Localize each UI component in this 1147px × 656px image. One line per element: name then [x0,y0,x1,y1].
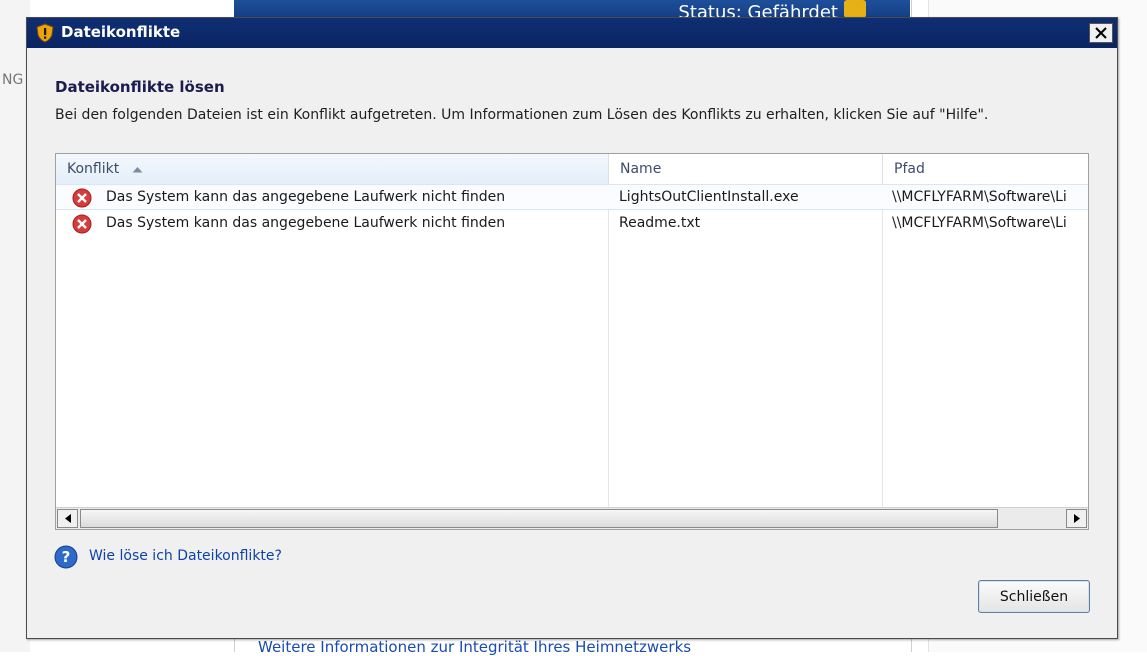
background-info-link[interactable]: Weitere Informationen zur Integrität Ihr… [258,638,691,656]
background-status-text: Status: Gefährdet [678,2,838,18]
arrow-left-icon [64,514,71,523]
close-x-icon [1095,27,1107,39]
column-header-conflict[interactable]: Konflikt [56,154,609,184]
column-header-label: Name [620,161,662,177]
file-conflicts-dialog: Dateikonflikte Dateikonflikte lösen Bei … [26,17,1118,639]
security-shield-icon [36,23,54,43]
table-row[interactable]: Das System kann das angegebene Laufwerk … [56,184,1088,210]
close-button[interactable]: Schließen [978,580,1090,613]
scroll-left-button[interactable] [57,509,78,528]
scrollbar-thumb[interactable] [80,509,998,528]
row-path: \\MCFLYFARM\Software\Li [892,215,1067,231]
error-x-icon [72,188,92,208]
dialog-description: Bei den folgenden Dateien ist ein Konfli… [55,107,989,123]
row-path: \\MCFLYFARM\Software\Li [892,189,1067,205]
warning-shield-icon [844,0,866,18]
horizontal-scrollbar[interactable] [56,507,1088,529]
column-header-label: Konflikt [67,161,120,177]
help-link[interactable]: Wie löse ich Dateikonflikte? [89,548,282,564]
row-name: Readme.txt [619,215,701,231]
background-status-banner: Status: Gefährdet [234,0,910,18]
help-question-icon[interactable]: ? [54,545,78,569]
row-conflict: Das System kann das angegebene Laufwerk … [106,189,506,205]
sort-ascending-icon [132,166,143,172]
row-conflict: Das System kann das angegebene Laufwerk … [106,215,506,231]
list-header: Konflikt Name Pfad [56,154,1088,185]
column-header-path[interactable]: Pfad [883,154,1088,184]
dialog-close-button[interactable] [1089,23,1113,43]
table-row[interactable]: Das System kann das angegebene Laufwerk … [56,211,1088,237]
error-x-icon [72,214,92,234]
conflicts-list[interactable]: Konflikt Name Pfad Das System kann das a… [55,153,1089,530]
column-header-label: Pfad [894,161,925,177]
column-header-name[interactable]: Name [609,154,883,184]
svg-text:?: ? [62,548,71,566]
arrow-right-icon [1073,514,1080,523]
dialog-titlebar[interactable]: Dateikonflikte [27,18,1117,48]
scroll-right-button[interactable] [1066,509,1087,528]
row-name: LightsOutClientInstall.exe [619,189,799,205]
dialog-heading: Dateikonflikte lösen [55,78,225,96]
dialog-title: Dateikonflikte [61,23,181,41]
background-left-fragment: NG [2,72,24,88]
